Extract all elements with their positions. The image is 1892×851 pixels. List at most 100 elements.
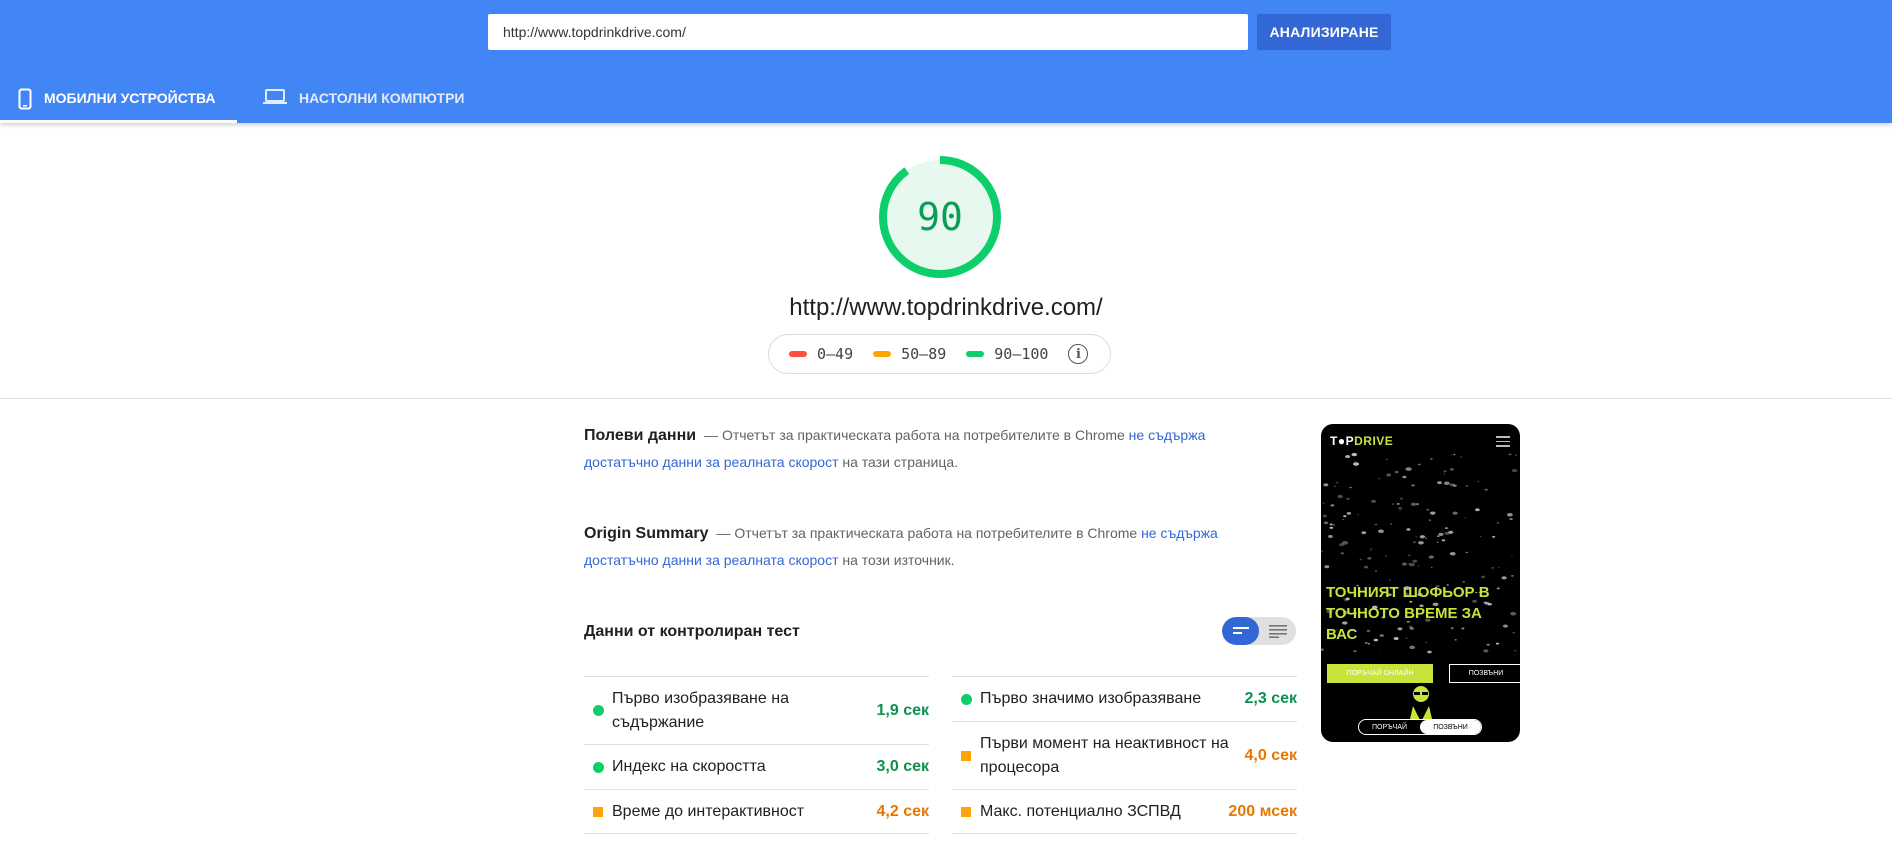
legend-average-label: 50–89 (901, 345, 947, 363)
star-dot (1399, 510, 1401, 512)
star-dot (1412, 541, 1416, 544)
star-dot (1338, 543, 1345, 547)
star-dot (1477, 480, 1480, 482)
metric-status (584, 705, 612, 716)
compact-view-button[interactable] (1222, 617, 1259, 645)
star-dot (1321, 648, 1324, 652)
metric-value: 2,3 сек (1244, 690, 1298, 707)
star-dot (1353, 462, 1360, 466)
star-dot (1436, 541, 1439, 543)
star-dot (1323, 521, 1329, 525)
star-dot (1353, 650, 1357, 653)
star-dot (1415, 536, 1417, 538)
expanded-view-button[interactable] (1259, 617, 1296, 645)
lab-metrics-left: Първо изобразяване на съдържание 1,9 сек… (584, 676, 929, 834)
metric-name: Първо изобразяване на съдържание (612, 689, 789, 731)
star-dot (1402, 475, 1407, 479)
star-dot (1371, 499, 1377, 503)
divider (0, 398, 1892, 399)
star-dot (1464, 517, 1466, 519)
star-dot (1375, 570, 1377, 572)
star-dot (1324, 565, 1330, 569)
star-dot (1429, 457, 1433, 460)
star-dot (1511, 468, 1518, 473)
legend-item-pass: 90–100 (966, 345, 1048, 363)
star-dot (1479, 535, 1482, 537)
pass-indicator-icon (960, 693, 972, 705)
lab-data-title: Данни от контролиран тест (584, 623, 800, 640)
star-dot (1430, 511, 1436, 515)
analyze-button[interactable]: АНАЛИЗИРАНЕ (1257, 14, 1391, 50)
star-dot (1332, 524, 1335, 526)
star-dot (1410, 502, 1417, 506)
star-dot (1405, 467, 1412, 471)
star-dot (1453, 453, 1456, 456)
star-dot (1510, 574, 1514, 577)
pass-indicator-icon (592, 761, 604, 773)
star-dot (1406, 528, 1411, 531)
average-indicator-icon (961, 806, 971, 817)
star-dot (1449, 551, 1456, 556)
metric-row: Първи момент на неактивност на процесора… (952, 721, 1297, 789)
metric-value: 4,2 сек (876, 802, 930, 820)
legend-item-average: 50–89 (873, 345, 946, 363)
logo-o-icon: ● (1337, 434, 1346, 448)
star-dot (1337, 494, 1343, 499)
star-dot (1351, 452, 1358, 457)
star-dot (1441, 539, 1446, 542)
star-dot (1346, 512, 1352, 515)
metric-status (952, 750, 980, 761)
average-indicator-icon (593, 806, 603, 817)
star-dot (1445, 527, 1448, 529)
tab-desktop-label: НАСТОЛНИ КОМПЮТРИ (299, 90, 465, 106)
star-dot (1418, 541, 1424, 545)
star-dot (1514, 649, 1517, 652)
legend-pass-marker (966, 351, 985, 357)
score-value: 90 (917, 195, 963, 239)
star-dot (1417, 463, 1421, 466)
tab-desktop[interactable]: НАСТОЛНИ КОМПЮТРИ (263, 76, 493, 123)
pass-indicator-icon (592, 705, 604, 716)
star-dot (1390, 523, 1392, 525)
star-dot (1322, 502, 1325, 504)
tab-mobile[interactable]: МОБИЛНИ УСТРОЙСТВА (0, 76, 237, 123)
star-dot (1412, 559, 1418, 563)
compact-view-icon (1232, 627, 1249, 634)
analyzed-url: http://www.topdrinkdrive.com/ (789, 294, 1103, 321)
star-dot (1378, 653, 1381, 655)
legend-fail-marker (789, 351, 807, 357)
info-icon[interactable]: i (1068, 344, 1089, 364)
star-dot (1427, 650, 1432, 654)
field-data-section: Полеви данни — Отчетът за практическата р… (584, 422, 1224, 475)
star-dot (1443, 473, 1446, 475)
metric-status (584, 806, 612, 817)
metric-row: Време до интерактивност 4,2 сек (584, 789, 929, 834)
order-online-button: ПОРЪЧАЙ ОНЛАЙН (1327, 664, 1433, 683)
metric-row: Първо изобразяване на съдържание 1,9 сек (584, 676, 929, 744)
expanded-view-icon (1268, 624, 1287, 638)
star-dot (1336, 482, 1339, 484)
star-dot (1386, 473, 1392, 477)
star-dot (1396, 503, 1400, 505)
star-dot (1419, 535, 1426, 539)
star-dot (1361, 531, 1367, 535)
star-dot (1501, 576, 1507, 580)
star-dot (1449, 468, 1454, 471)
star-dot (1346, 497, 1350, 500)
lab-metrics-right: Първо значимо изобразяване 2,3 сек Първи… (952, 676, 1297, 834)
star-dot (1370, 548, 1373, 550)
star-dot (1484, 488, 1488, 491)
origin-summary-section: Origin Summary — Отчетът за практическата… (584, 520, 1224, 573)
metric-name: Първи момент на неактивност на процесора (980, 734, 1229, 776)
star-dot (1386, 459, 1388, 460)
hamburger-menu-icon (1496, 436, 1510, 450)
star-dot (1428, 555, 1434, 559)
star-dot (1408, 562, 1415, 567)
star-dot (1465, 485, 1468, 487)
origin-summary-title: Origin Summary (584, 525, 709, 542)
star-dot (1378, 529, 1384, 534)
url-input[interactable] (488, 14, 1248, 50)
star-dot (1340, 552, 1345, 555)
site-logo: T●PDRIVE (1330, 434, 1393, 448)
metric-value: 200 мсек (1228, 802, 1297, 820)
